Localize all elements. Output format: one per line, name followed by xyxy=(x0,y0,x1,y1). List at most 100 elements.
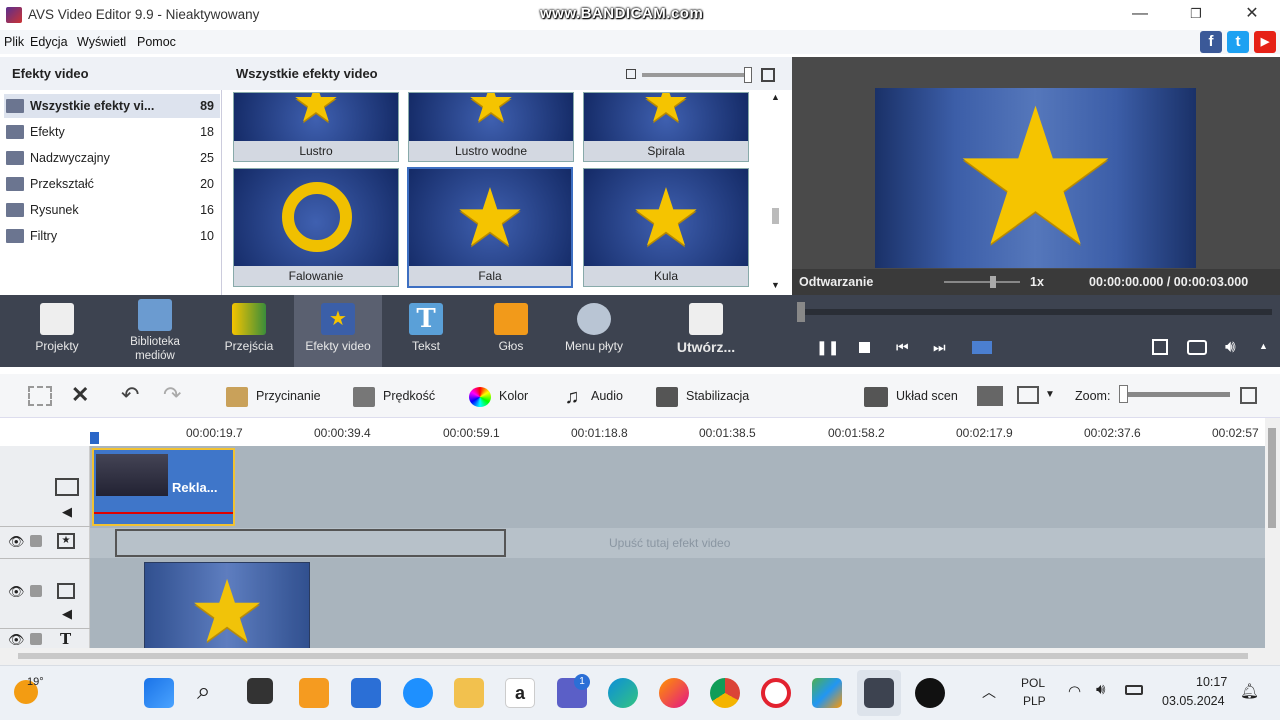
stabilization-button[interactable]: Stabilizacja xyxy=(656,384,749,408)
explorer-icon[interactable] xyxy=(454,678,484,708)
create-button[interactable]: Utwórz... xyxy=(660,295,752,367)
vscroll-thumb[interactable] xyxy=(1268,428,1276,528)
effect-fala[interactable]: ★ Fala xyxy=(407,167,573,288)
aspect-ratio-icon[interactable] xyxy=(1017,386,1039,404)
minimize-button[interactable]: — xyxy=(1112,0,1168,30)
task-view-icon[interactable] xyxy=(247,678,273,704)
chrome-icon[interactable] xyxy=(710,678,740,708)
effect-lustro-wodne[interactable]: ★ Lustro wodne xyxy=(408,92,574,162)
firefox-icon[interactable] xyxy=(659,678,689,708)
speed-slider[interactable] xyxy=(944,281,1020,283)
volume-icon[interactable]: 🔊︎ xyxy=(1225,337,1236,357)
seek-handle[interactable] xyxy=(797,302,805,322)
category-extraordinary[interactable]: Nadzwyczajny 25 xyxy=(4,146,220,170)
close-button[interactable]: ✕ xyxy=(1224,0,1280,30)
large-thumbs-icon[interactable] xyxy=(761,68,775,82)
trim-button[interactable]: Przycinanie xyxy=(226,384,321,408)
category-effects[interactable]: Efekty 18 xyxy=(4,120,220,144)
text-button[interactable]: T Tekst xyxy=(382,295,470,367)
help-icon[interactable] xyxy=(403,678,433,708)
projects-button[interactable]: Projekty xyxy=(13,295,101,367)
snapshot-icon[interactable] xyxy=(1187,340,1207,355)
facebook-icon[interactable]: f xyxy=(1200,31,1222,53)
eye-icon[interactable]: 👁︎ xyxy=(8,534,25,550)
clock-date[interactable]: 03.05.2024 xyxy=(1162,694,1225,708)
menu-view[interactable]: Wyświetl xyxy=(77,35,126,49)
video-clip[interactable]: Rekla... xyxy=(92,448,235,526)
redo-icon[interactable]: ↷ xyxy=(163,382,181,408)
prev-frame-icon[interactable]: ⏮ xyxy=(896,339,909,356)
lock-icon[interactable] xyxy=(30,535,42,547)
playhead-marker[interactable] xyxy=(90,432,99,444)
video-effects-button[interactable]: ★ Efekty video xyxy=(294,295,382,367)
menu-help[interactable]: Pomoc xyxy=(137,35,176,49)
stop-icon[interactable] xyxy=(859,342,870,353)
thumb-size-slider[interactable] xyxy=(642,73,750,77)
hscroll-thumb[interactable] xyxy=(18,653,1248,659)
pause-icon[interactable]: ❚❚ xyxy=(816,339,839,356)
avs-editor-icon[interactable] xyxy=(864,678,894,708)
color-button[interactable]: Kolor xyxy=(469,384,528,408)
transitions-button[interactable]: Przejścia xyxy=(205,295,293,367)
voice-button[interactable]: Głos xyxy=(467,295,555,367)
audio-button[interactable]: ♫ Audio xyxy=(561,384,623,408)
fullscreen-play-icon[interactable] xyxy=(972,341,992,354)
effect-drop-zone[interactable] xyxy=(115,529,506,557)
store-icon[interactable] xyxy=(351,678,381,708)
paint-icon[interactable] xyxy=(812,678,842,708)
bandicam-icon[interactable] xyxy=(915,678,945,708)
next-frame-icon[interactable]: ⏭ xyxy=(933,339,946,356)
scroll-down-icon[interactable]: ▼ xyxy=(771,280,780,290)
external-view-icon[interactable] xyxy=(1152,339,1168,355)
amazon-icon[interactable]: a xyxy=(505,678,535,708)
audio-mixer-icon[interactable] xyxy=(977,386,1003,406)
eye-icon[interactable]: 👁︎ xyxy=(8,584,25,600)
myhp-icon[interactable] xyxy=(299,678,329,708)
delete-icon[interactable]: ✕ xyxy=(71,382,89,408)
search-icon[interactable]: ⌕ xyxy=(197,678,210,706)
wifi-icon[interactable]: ◠ xyxy=(1068,682,1081,700)
dragged-effect-thumbnail[interactable]: ★ xyxy=(144,562,310,660)
lock-icon[interactable] xyxy=(30,585,42,597)
menu-edit[interactable]: Edycja xyxy=(30,35,68,49)
gallery-scrollbar[interactable]: ▲ ▼ xyxy=(768,90,784,294)
notifications-icon[interactable]: 🔔︎ xyxy=(1240,682,1259,700)
maximize-button[interactable]: ❐ xyxy=(1168,0,1224,30)
edge-icon[interactable] xyxy=(608,678,638,708)
disc-menu-button[interactable]: Menu płyty xyxy=(550,295,638,367)
youtube-icon[interactable]: ▶ xyxy=(1254,31,1276,53)
start-icon[interactable] xyxy=(144,678,174,708)
scroll-thumb[interactable] xyxy=(772,208,779,224)
tray-chevron-icon[interactable]: ︿ xyxy=(982,682,996,702)
small-thumbs-icon[interactable] xyxy=(626,69,636,79)
storyboard-icon[interactable] xyxy=(28,386,52,406)
speed-button[interactable]: Prędkość xyxy=(353,384,435,408)
zoom-handle[interactable] xyxy=(1119,385,1128,403)
scene-layout-button[interactable]: Układ scen xyxy=(864,384,958,408)
undo-icon[interactable]: ↶ xyxy=(121,382,139,408)
timeline-hscroll[interactable] xyxy=(0,648,1280,665)
fit-timeline-icon[interactable] xyxy=(1240,387,1257,404)
audio-mute-icon[interactable]: ◀ xyxy=(62,504,72,520)
effect-lustro[interactable]: ★ Lustro xyxy=(233,92,399,162)
effect-falowanie[interactable]: Falowanie xyxy=(233,168,399,287)
effect-spirala[interactable]: ★ Spirala xyxy=(583,92,749,162)
language-code[interactable]: POL xyxy=(1021,676,1045,690)
expand-icon[interactable]: ▲ xyxy=(1259,341,1268,351)
scroll-up-icon[interactable]: ▲ xyxy=(771,92,780,102)
effect-kula[interactable]: ★ Kula xyxy=(583,168,749,287)
seek-bar[interactable] xyxy=(800,309,1272,315)
timeline-tracks[interactable]: Rekla... Upuść tutaj efekt video ★ xyxy=(0,446,1265,660)
media-library-button[interactable]: Biblioteka mediów xyxy=(111,295,199,367)
speed-handle[interactable] xyxy=(990,276,996,288)
clock-time[interactable]: 10:17 xyxy=(1196,675,1227,689)
volume-tray-icon[interactable]: 🔊︎ xyxy=(1096,681,1105,698)
dropdown-arrow-icon[interactable]: ▼ xyxy=(1045,389,1055,400)
timeline-vscroll[interactable] xyxy=(1265,418,1280,648)
timeline-ruler[interactable]: 00:00:19.7 00:00:39.4 00:00:59.1 00:01:1… xyxy=(90,418,1265,446)
zoom-slider[interactable] xyxy=(1122,392,1230,397)
twitter-icon[interactable]: t xyxy=(1227,31,1249,53)
lock-icon[interactable] xyxy=(30,633,42,645)
keyboard-layout[interactable]: PLP xyxy=(1023,694,1046,708)
category-filters[interactable]: Filtry 10 xyxy=(4,224,220,248)
